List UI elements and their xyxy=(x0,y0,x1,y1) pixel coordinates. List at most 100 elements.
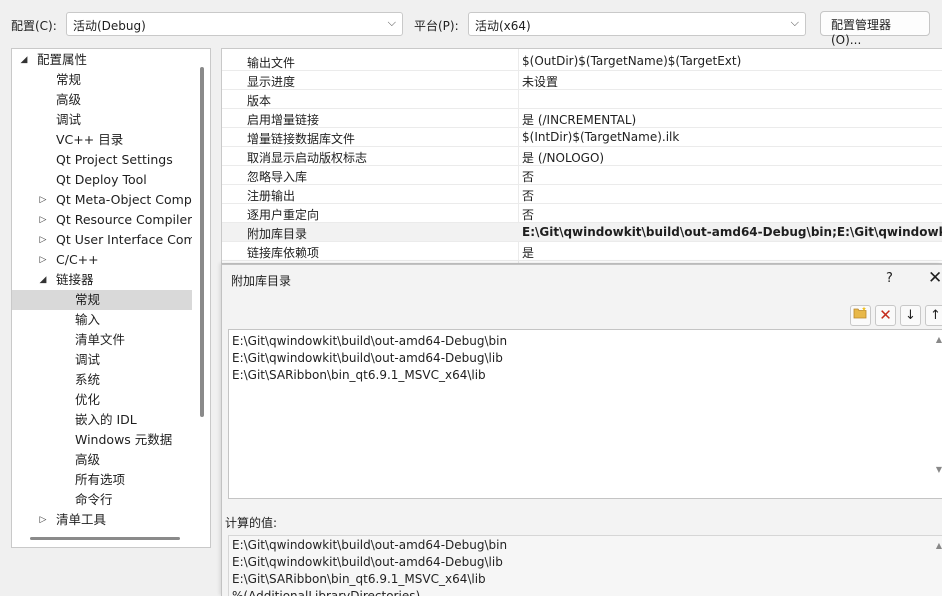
tree-item-label: 链接器 xyxy=(56,272,94,287)
property-value[interactable]: 否 xyxy=(522,206,534,223)
config-select-value: 活动(Debug) xyxy=(73,19,146,33)
config-label: 配置(C): xyxy=(11,19,57,33)
property-value[interactable]: 否 xyxy=(522,187,534,204)
tree-item-label: 嵌入的 IDL xyxy=(75,412,137,427)
property-row[interactable]: 链接库依赖项 是 xyxy=(222,242,942,261)
calculated-value: E:\Git\qwindowkit\build\out-amd64-Debug\… xyxy=(232,538,508,552)
collapsed-arrow-icon[interactable]: ▷ xyxy=(37,510,49,530)
tree-item[interactable]: 嵌入的 IDL xyxy=(12,410,192,430)
property-row[interactable]: 版本 xyxy=(222,90,942,109)
config-toolbar: 配置(C): 活动(Debug) ⌵ 平台(P): 活动(x64) ⌵ 配置管理… xyxy=(0,0,942,47)
property-name: 输出文件 xyxy=(247,56,296,70)
folder-new-icon[interactable] xyxy=(850,305,871,326)
property-name: 取消显示启动版权标志 xyxy=(247,151,368,165)
tree-item[interactable]: 命令行 xyxy=(12,490,192,510)
tree-item[interactable]: 调试 xyxy=(12,350,192,370)
tree-item-label: C/C++ xyxy=(56,252,99,267)
property-row[interactable]: 启用增量链接 是 (/INCREMENTAL) xyxy=(222,109,942,128)
tree-item[interactable]: 高级 xyxy=(12,90,192,110)
tree-item[interactable]: ▷ Qt Resource Compiler xyxy=(12,210,192,230)
calculated-value: E:\Git\SARibbon\bin_qt6.9.1_MSVC_x64\lib xyxy=(232,572,486,586)
scroll-down-icon[interactable]: ▼ xyxy=(936,465,942,474)
property-row[interactable]: 附加库目录 E:\Git\qwindowkit\build\out-amd64-D… xyxy=(222,223,942,242)
tree-item[interactable]: ▷ Qt Meta-Object Compil xyxy=(12,190,192,210)
tree-item[interactable]: 常规 xyxy=(12,290,192,310)
tree-item-label: 高级 xyxy=(56,92,82,107)
property-tree: ◢ 配置属性 常规 高级 调试 VC++ 目录 Qt Project Settings Qt … xyxy=(11,48,211,548)
config-manager-button[interactable]: 配置管理器(O)... xyxy=(820,11,930,47)
property-name: 忽略导入库 xyxy=(247,170,308,184)
tree-item[interactable]: Qt Deploy Tool xyxy=(12,170,192,190)
tree-item[interactable]: 调试 xyxy=(12,110,192,130)
property-name: 增量链接数据库文件 xyxy=(247,132,356,146)
platform-select[interactable]: 活动(x64) ⌵ xyxy=(468,12,806,36)
arrow-up-icon[interactable]: ↑ xyxy=(925,305,942,326)
config-select[interactable]: 活动(Debug) ⌵ xyxy=(66,12,403,36)
tree-item[interactable]: 输入 xyxy=(12,310,192,330)
scroll-up-icon[interactable]: ▲ xyxy=(936,541,942,550)
tree-item[interactable]: ◢ 配置属性 xyxy=(12,50,192,70)
collapsed-arrow-icon[interactable]: ▷ xyxy=(37,190,49,210)
tree-item[interactable]: 高级 xyxy=(12,450,192,470)
tree-item[interactable]: ◢ 链接器 xyxy=(12,270,192,290)
tree-item[interactable]: 常规 xyxy=(12,70,192,90)
property-value[interactable]: $(OutDir)$(TargetName)$(TargetExt) xyxy=(522,54,741,68)
chevron-down-icon: ⌵ xyxy=(790,16,799,29)
tree-item-label: Qt Deploy Tool xyxy=(56,172,147,187)
property-row[interactable]: 逐用户重定向 否 xyxy=(222,204,942,223)
tree-item-label: 清单工具 xyxy=(56,512,107,527)
tree-item[interactable]: 系统 xyxy=(12,370,192,390)
collapsed-arrow-icon[interactable]: ▷ xyxy=(37,230,49,250)
tree-vertical-scrollbar[interactable] xyxy=(200,67,204,417)
list-item[interactable]: E:\Git\qwindowkit\build\out-amd64-Debug\… xyxy=(232,334,507,348)
list-item[interactable]: E:\Git\qwindowkit\build\out-amd64-Debug\… xyxy=(232,351,503,365)
library-dirs-list[interactable]: ▲ ▼ E:\Git\qwindowkit\build\out-amd64-De… xyxy=(228,329,942,555)
delete-icon[interactable]: ✕ xyxy=(875,305,896,326)
property-row[interactable]: 增量链接数据库文件 $(IntDir)$(TargetName).ilk xyxy=(222,128,942,147)
property-value[interactable]: 否 xyxy=(522,168,534,185)
list-item[interactable]: E:\Git\SARibbon\bin_qt6.9.1_MSVC_x64\lib xyxy=(232,368,486,382)
tree-item[interactable]: Windows 元数据 xyxy=(12,430,192,450)
property-value[interactable]: 是 xyxy=(522,244,534,261)
tree-item-label: 所有选项 xyxy=(75,472,126,487)
property-grid: 输出文件 $(OutDir)$(TargetName)$(TargetExt) 显示… xyxy=(221,48,942,264)
property-row[interactable]: 忽略导入库 否 xyxy=(222,166,942,185)
tree-item[interactable]: ▷ 清单工具 xyxy=(12,510,192,530)
tree-item[interactable]: Qt Project Settings xyxy=(12,150,192,170)
scroll-up-icon[interactable]: ▲ xyxy=(936,335,942,344)
tree-item-label: VC++ 目录 xyxy=(56,132,124,147)
tree-item[interactable]: ▷ C/C++ xyxy=(12,250,192,270)
tree-horizontal-scrollbar[interactable] xyxy=(30,537,180,540)
expanded-arrow-icon[interactable]: ◢ xyxy=(37,270,49,290)
help-icon[interactable]: ? xyxy=(886,271,893,286)
property-name: 附加库目录 xyxy=(247,227,308,241)
tree-item[interactable]: ▷ Qt User Interface Comp xyxy=(12,230,192,250)
tree-item[interactable]: VC++ 目录 xyxy=(12,130,192,150)
property-name: 注册输出 xyxy=(247,189,296,203)
property-name: 逐用户重定向 xyxy=(247,208,320,222)
calculated-value: %(AdditionalLibraryDirectories) xyxy=(232,589,421,596)
property-value[interactable]: $(IntDir)$(TargetName).ilk xyxy=(522,130,679,144)
property-row[interactable]: 注册输出 否 xyxy=(222,185,942,204)
property-name: 启用增量链接 xyxy=(247,113,320,127)
property-value[interactable]: E:\Git\qwindowkit\build\out-amd64-Debug\… xyxy=(522,225,942,239)
close-icon[interactable]: ✕ xyxy=(928,268,942,288)
collapsed-arrow-icon[interactable]: ▷ xyxy=(37,250,49,270)
tree-item-label: 系统 xyxy=(75,372,101,387)
collapsed-arrow-icon[interactable]: ▷ xyxy=(37,210,49,230)
property-value[interactable]: 是 (/INCREMENTAL) xyxy=(522,111,636,128)
tree-item[interactable]: 清单文件 xyxy=(12,330,192,350)
tree-item[interactable]: 所有选项 xyxy=(12,470,192,490)
tree-item-label: 高级 xyxy=(75,452,101,467)
tree-item-label: Qt Resource Compiler xyxy=(56,212,192,227)
property-value[interactable]: 未设置 xyxy=(522,73,558,90)
tree-item[interactable]: 优化 xyxy=(12,390,192,410)
tree-item-label: 常规 xyxy=(56,72,82,87)
property-row[interactable]: 取消显示启动版权标志 是 (/NOLOGO) xyxy=(222,147,942,166)
property-value[interactable]: 是 (/NOLOGO) xyxy=(522,149,604,166)
expanded-arrow-icon[interactable]: ◢ xyxy=(18,50,30,70)
property-row[interactable]: 显示进度 未设置 xyxy=(222,71,942,90)
property-row[interactable]: 输出文件 $(OutDir)$(TargetName)$(TargetExt) xyxy=(222,52,942,71)
tree-item-label: Qt Meta-Object Compil xyxy=(56,192,192,207)
arrow-down-icon[interactable]: ↓ xyxy=(900,305,921,326)
